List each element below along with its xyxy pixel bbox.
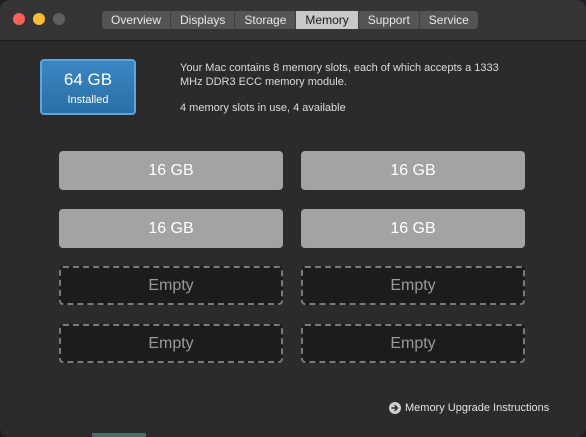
memory-upgrade-instructions-link[interactable]: Memory Upgrade Instructions (389, 400, 549, 416)
memory-summary-button[interactable]: 64 GB Installed (40, 59, 136, 115)
memory-slots-description: Your Mac contains 8 memory slots, each o… (180, 62, 499, 88)
memory-total-size: 64 GB (63, 70, 113, 89)
tab-support[interactable]: Support (359, 11, 420, 29)
arrow-circle-right-icon (389, 402, 401, 414)
background-strip (92, 433, 146, 437)
tab-memory[interactable]: Memory (296, 11, 359, 29)
memory-slot-2: 16 GB (301, 151, 525, 190)
tab-displays[interactable]: Displays (171, 11, 236, 29)
zoom-window-button[interactable] (53, 13, 65, 25)
memory-slot-4: 16 GB (301, 209, 525, 248)
tab-service[interactable]: Service (420, 11, 478, 29)
about-this-mac-window: Overview Displays Storage Memory Support… (0, 0, 586, 437)
memory-info: Your Mac contains 8 memory slots, each o… (180, 61, 510, 115)
tab-bar: Overview Displays Storage Memory Support… (102, 11, 478, 29)
close-window-button[interactable] (13, 13, 25, 25)
memory-slot-7: Empty (59, 324, 283, 363)
tab-storage[interactable]: Storage (235, 11, 297, 29)
title-bar: Overview Displays Storage Memory Support… (0, 0, 586, 41)
memory-upgrade-instructions-label: Memory Upgrade Instructions (405, 402, 550, 414)
memory-slot-1: 16 GB (59, 151, 283, 190)
memory-slot-3: 16 GB (59, 209, 283, 248)
memory-slots-status: 4 memory slots in use, 4 available (180, 102, 346, 114)
memory-installed-label: Installed (67, 94, 109, 106)
memory-slot-5: Empty (59, 266, 283, 305)
memory-slot-8: Empty (301, 324, 525, 363)
minimize-window-button[interactable] (33, 13, 45, 25)
tab-overview[interactable]: Overview (102, 11, 172, 29)
memory-slot-6: Empty (301, 266, 525, 305)
